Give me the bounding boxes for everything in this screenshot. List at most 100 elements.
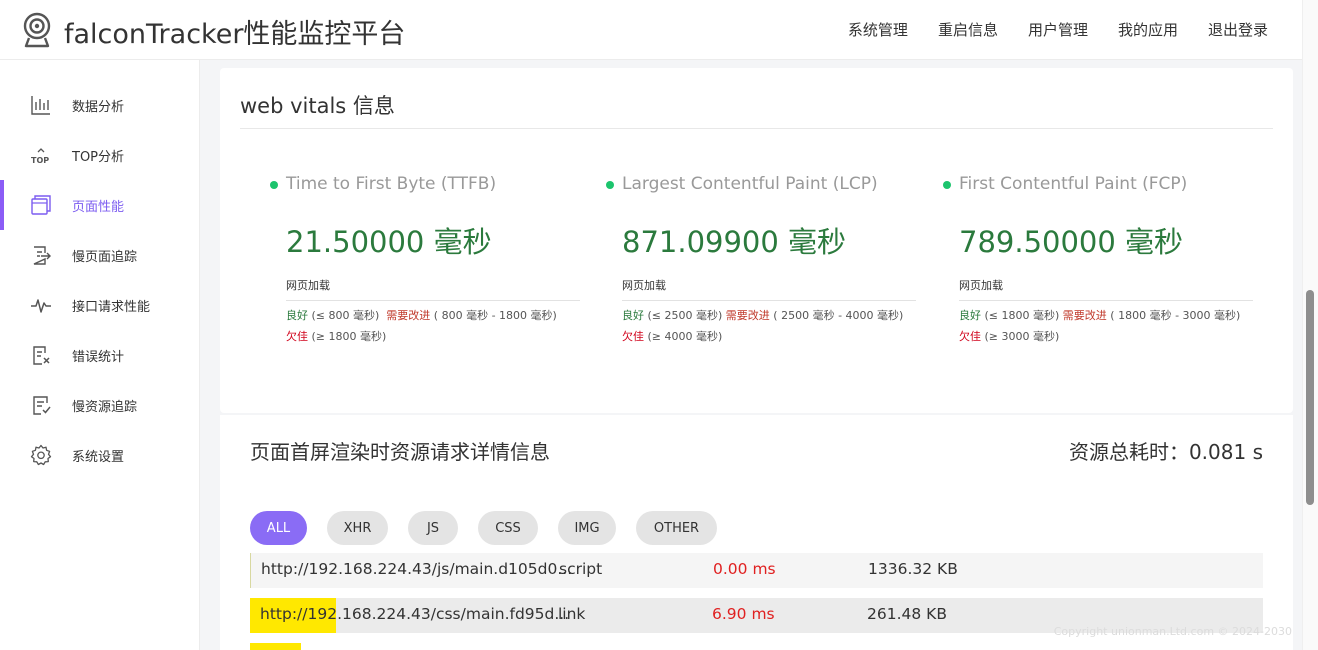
bad-range: (≥ 1800 毫秒) bbox=[311, 330, 387, 343]
resource-size: 261.48 KB bbox=[867, 605, 947, 623]
good-range: (≤ 800 毫秒) bbox=[311, 309, 380, 322]
sidebar-item-system-settings[interactable]: 系统设置 bbox=[0, 430, 200, 480]
filter-css-button[interactable]: CSS bbox=[478, 511, 538, 545]
nav-my-apps[interactable]: 我的应用 bbox=[1118, 19, 1178, 40]
web-vitals-title: web vitals 信息 bbox=[240, 94, 395, 118]
warn-range: ( 1800 毫秒 - 3000 毫秒) bbox=[1110, 309, 1241, 322]
resource-timing-bar-partial bbox=[250, 643, 301, 650]
metric-subtitle: 网页加载 bbox=[622, 279, 666, 292]
metric-name-text: First Contentful Paint (FCP) bbox=[959, 174, 1188, 194]
resource-type: script bbox=[559, 560, 603, 578]
app-title: falconTracker性能监控平台 bbox=[64, 19, 406, 50]
sidebar-item-page-performance[interactable]: 页面性能 bbox=[0, 180, 200, 230]
pulse-icon bbox=[31, 299, 51, 313]
web-vitals-card: web vitals 信息 Time to First Byte (TTFB) … bbox=[220, 68, 1293, 413]
sidebar-item-top-analysis[interactable]: TOP TOP分析 bbox=[0, 130, 200, 180]
svg-text:TOP: TOP bbox=[31, 156, 49, 165]
warn-range: ( 800 毫秒 - 1800 毫秒) bbox=[433, 309, 557, 322]
sidebar-item-label: 系统设置 bbox=[72, 449, 125, 465]
slow-resource-icon bbox=[33, 396, 51, 415]
error-doc-icon bbox=[33, 346, 50, 365]
good-label: 良好 bbox=[959, 309, 981, 322]
divider bbox=[240, 128, 1273, 129]
warn-label: 需要改进 bbox=[725, 309, 770, 322]
metric-thresholds: 良好 (≤ 2500 毫秒) 需要改进 ( 2500 毫秒 - 4000 毫秒) bbox=[622, 307, 916, 323]
resource-detail-card: 页面首屏渲染时资源请求详情信息 资源总耗时：0.081 s ALL XHR JS… bbox=[220, 415, 1293, 650]
sidebar-item-label: 页面性能 bbox=[72, 199, 125, 215]
nav-user-manage[interactable]: 用户管理 bbox=[1028, 19, 1088, 40]
sidebar-item-api-performance[interactable]: 接口请求性能 bbox=[0, 280, 200, 330]
metric-lcp: Largest Contentful Paint (LCP) 871.09900… bbox=[606, 174, 916, 344]
sidebar-item-label: 慢页面追踪 bbox=[72, 249, 138, 265]
good-range: (≤ 2500 毫秒) bbox=[647, 309, 723, 322]
metric-value: 871.09900 毫秒 bbox=[622, 225, 847, 259]
sidebar-item-data-analysis[interactable]: 数据分析 bbox=[0, 80, 200, 130]
sidebar-item-error-stats[interactable]: 错误统计 bbox=[0, 330, 200, 380]
metric-name: Time to First Byte (TTFB) bbox=[270, 174, 580, 194]
sidebar-item-label: TOP分析 bbox=[72, 149, 125, 165]
gear-icon bbox=[30, 444, 52, 466]
sidebar-item-label: 错误统计 bbox=[72, 349, 125, 365]
resource-duration: 6.90 ms bbox=[712, 605, 775, 623]
sidebar-item-label: 接口请求性能 bbox=[72, 299, 151, 315]
top-icon: TOP bbox=[31, 148, 49, 165]
nav-restart-info[interactable]: 重启信息 bbox=[938, 19, 998, 40]
metric-name-text: Time to First Byte (TTFB) bbox=[286, 174, 497, 194]
metric-name-text: Largest Contentful Paint (LCP) bbox=[622, 174, 878, 194]
sidebar-item-label: 慢资源追踪 bbox=[72, 399, 138, 415]
resource-url: http://192.168.224.43/css/main.fd95d... bbox=[260, 605, 570, 623]
resource-detail-title: 页面首屏渲染时资源请求详情信息 bbox=[250, 440, 550, 464]
metric-threshold-bad: 欠佳 (≥ 3000 毫秒) bbox=[959, 328, 1253, 344]
divider bbox=[286, 300, 580, 301]
nav-logout[interactable]: 退出登录 bbox=[1208, 19, 1268, 40]
resource-total-time: 资源总耗时：0.081 s bbox=[1069, 436, 1263, 465]
filter-img-button[interactable]: IMG bbox=[558, 511, 616, 545]
metric-ttfb: Time to First Byte (TTFB) 21.50000 毫秒 网页… bbox=[270, 174, 580, 344]
nav-system-manage[interactable]: 系统管理 bbox=[848, 19, 908, 40]
good-label: 良好 bbox=[622, 309, 644, 322]
resource-size: 1336.32 KB bbox=[868, 560, 958, 578]
warn-label: 需要改进 bbox=[1062, 309, 1107, 322]
filter-other-button[interactable]: OTHER bbox=[636, 511, 717, 545]
sidebar-item-slow-page[interactable]: 慢页面追踪 bbox=[0, 230, 200, 280]
metric-subtitle: 网页加载 bbox=[959, 279, 1003, 292]
pages-icon bbox=[31, 195, 51, 215]
metric-name: Largest Contentful Paint (LCP) bbox=[606, 174, 916, 194]
metric-threshold-bad: 欠佳 (≥ 4000 毫秒) bbox=[622, 328, 916, 344]
warn-range: ( 2500 毫秒 - 4000 毫秒) bbox=[773, 309, 904, 322]
bar-chart-icon bbox=[31, 96, 50, 115]
metric-threshold-bad: 欠佳 (≥ 1800 毫秒) bbox=[286, 328, 580, 344]
status-dot-icon bbox=[943, 181, 951, 189]
filter-all-button[interactable]: ALL bbox=[250, 511, 307, 545]
slow-page-icon bbox=[33, 246, 51, 265]
status-dot-icon bbox=[606, 181, 614, 189]
metric-value: 21.50000 毫秒 bbox=[286, 225, 492, 259]
metric-value: 789.50000 毫秒 bbox=[959, 225, 1184, 259]
scrollbar-thumb[interactable] bbox=[1306, 290, 1314, 505]
total-time-label: 资源总耗时： bbox=[1068, 440, 1189, 464]
filter-xhr-button[interactable]: XHR bbox=[327, 511, 388, 545]
bad-range: (≥ 3000 毫秒) bbox=[984, 330, 1060, 343]
resource-url: http://192.168.224.43/js/main.d105d0... bbox=[261, 560, 573, 578]
top-header: falconTracker性能监控平台 系统管理 重启信息 用户管理 我的应用 … bbox=[0, 0, 1302, 60]
filter-js-button[interactable]: JS bbox=[408, 511, 458, 545]
copyright-text: Copyright unionman.Ltd.com © 2024-2030 bbox=[1053, 625, 1292, 638]
good-range: (≤ 1800 毫秒) bbox=[984, 309, 1060, 322]
metric-name: First Contentful Paint (FCP) bbox=[943, 174, 1253, 194]
bad-range: (≥ 4000 毫秒) bbox=[647, 330, 723, 343]
bad-label: 欠佳 bbox=[622, 330, 644, 343]
metric-thresholds: 良好 (≤ 1800 毫秒) 需要改进 ( 1800 毫秒 - 3000 毫秒) bbox=[959, 307, 1253, 323]
metric-subtitle: 网页加载 bbox=[286, 279, 330, 292]
metric-thresholds: 良好 (≤ 800 毫秒) 需要改进 ( 800 毫秒 - 1800 毫秒) bbox=[286, 307, 580, 323]
resource-row[interactable]: http://192.168.224.43/js/main.d105d0... … bbox=[250, 553, 1263, 588]
sidebar-item-label: 数据分析 bbox=[72, 99, 125, 115]
resource-type: link bbox=[558, 605, 586, 623]
webcam-logo-icon bbox=[23, 12, 51, 48]
bad-label: 欠佳 bbox=[959, 330, 981, 343]
good-label: 良好 bbox=[286, 309, 308, 322]
total-time-value: 0.081 s bbox=[1188, 440, 1263, 464]
sidebar: 数据分析 TOP TOP分析 页面性能 慢页面追踪 接口请求性能 错误统计 慢资… bbox=[0, 60, 200, 650]
status-dot-icon bbox=[270, 181, 278, 189]
top-nav: 系统管理 重启信息 用户管理 我的应用 退出登录 bbox=[818, 19, 1268, 40]
sidebar-item-slow-resource[interactable]: 慢资源追踪 bbox=[0, 380, 200, 430]
